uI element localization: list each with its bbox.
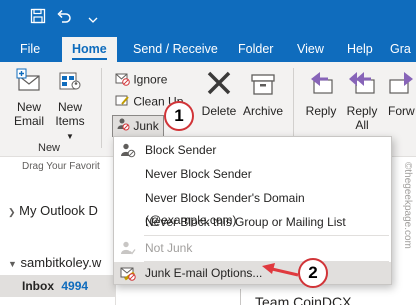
new-email-button[interactable]: New Email (10, 68, 48, 128)
junk-label: Junk (133, 119, 159, 133)
junk-menu: Block Sender Never Block Sender Never Bl… (113, 136, 392, 285)
inbox-folder[interactable]: Inbox 4994 (0, 275, 115, 297)
reply-button[interactable]: Reply (303, 68, 339, 118)
junk-button[interactable]: Junk ▼ (112, 115, 164, 153)
reply-label: Reply (305, 104, 337, 118)
expand-icon[interactable]: ❯ (8, 207, 16, 217)
never-block-group-label: Never Block this Group or Mailing List (145, 215, 346, 229)
message-sender[interactable]: Team CoinDCX (255, 294, 351, 305)
ribbon-tabs: File Home Send / Receive Folder View Hel… (0, 37, 416, 62)
reply-all-label-2: All (355, 118, 369, 132)
archive-button[interactable]: Archive (240, 68, 286, 118)
forward-icon (388, 68, 416, 101)
forward-label: Forw (388, 104, 415, 118)
menu-separator (144, 235, 389, 236)
ignore-label: Ignore (133, 72, 168, 87)
delete-button[interactable]: Delete (200, 68, 238, 118)
not-junk-label: Not Junk (145, 241, 193, 255)
junk-email-options-label: Junk E-mail Options... (145, 266, 263, 280)
block-sender-label: Block Sender (145, 143, 217, 157)
forward-button[interactable]: Forw (388, 68, 416, 118)
not-junk-item: Not Junk (114, 237, 391, 259)
new-items-icon (50, 68, 90, 97)
collapse-icon[interactable]: ▼ (8, 259, 17, 269)
new-email-icon (10, 68, 48, 97)
new-items-label-2: Items (55, 114, 85, 128)
archive-icon (240, 68, 286, 101)
watermark-text: ©thegeekpage.com (402, 162, 413, 249)
tab-overflow[interactable]: Gra (390, 37, 411, 62)
my-outlook-folder[interactable]: ❯ My Outlook D (8, 203, 98, 218)
delete-label: Delete (201, 104, 237, 118)
new-email-label-2: Email (13, 114, 44, 128)
new-items-label-1: New (57, 100, 82, 114)
reply-all-label-1: Reply (346, 104, 378, 118)
chevron-down-icon: ▼ (66, 132, 74, 141)
junk-icon (116, 117, 130, 137)
callout-1: 1 (164, 101, 194, 131)
tab-send-receive[interactable]: Send / Receive (133, 37, 218, 62)
never-block-group-item[interactable]: Never Block this Group or Mailing List (114, 211, 391, 233)
inbox-label: Inbox (22, 279, 54, 293)
ignore-icon (114, 70, 130, 91)
preview-divider (240, 289, 241, 305)
new-items-button[interactable]: New Items ▼ (50, 68, 90, 144)
title-bar (0, 0, 416, 37)
not-junk-icon (120, 240, 136, 256)
reply-all-icon (343, 68, 381, 101)
tab-help[interactable]: Help (347, 37, 373, 62)
delete-icon (200, 68, 238, 101)
block-sender-icon (120, 142, 136, 158)
favorites-hint: Drag Your Favorit (22, 161, 100, 172)
reply-icon (303, 68, 339, 101)
tab-view[interactable]: View (297, 37, 324, 62)
account-label: sambitkoley.w (20, 255, 102, 270)
never-block-sender-label: Never Block Sender (145, 167, 252, 181)
account-folder[interactable]: ▼ sambitkoley.w (8, 255, 101, 270)
new-email-label-1: New (16, 100, 41, 114)
block-sender-item[interactable]: Block Sender (114, 139, 391, 161)
folder-pane: Drag Your Favorit ❯ My Outlook D ▼ sambi… (0, 157, 115, 305)
never-block-sender-item[interactable]: Never Block Sender (114, 163, 391, 185)
tab-file[interactable]: File (20, 37, 40, 62)
my-outlook-label: My Outlook D (19, 203, 98, 218)
ignore-button[interactable]: Ignore (114, 70, 167, 88)
junk-options-icon (120, 265, 136, 281)
inbox-count: 4994 (61, 279, 89, 293)
tab-folder[interactable]: Folder (238, 37, 273, 62)
never-block-domain-item[interactable]: Never Block Sender's Domain (@example.co… (114, 187, 391, 227)
customize-quick-access-icon[interactable] (88, 12, 98, 28)
junk-email-options-item[interactable]: Junk E-mail Options... (114, 262, 391, 284)
archive-label: Archive (242, 104, 283, 118)
undo-icon[interactable] (56, 8, 72, 28)
ribbon-separator (101, 68, 102, 148)
tab-home[interactable]: Home (62, 37, 117, 62)
reply-all-button[interactable]: Reply All (343, 68, 381, 132)
callout-2: 2 (298, 258, 328, 288)
clean-up-icon (114, 92, 130, 113)
save-icon[interactable] (30, 8, 46, 28)
group-label-new: New (38, 142, 61, 154)
watermark: ©thegeekpage.com (400, 160, 414, 300)
